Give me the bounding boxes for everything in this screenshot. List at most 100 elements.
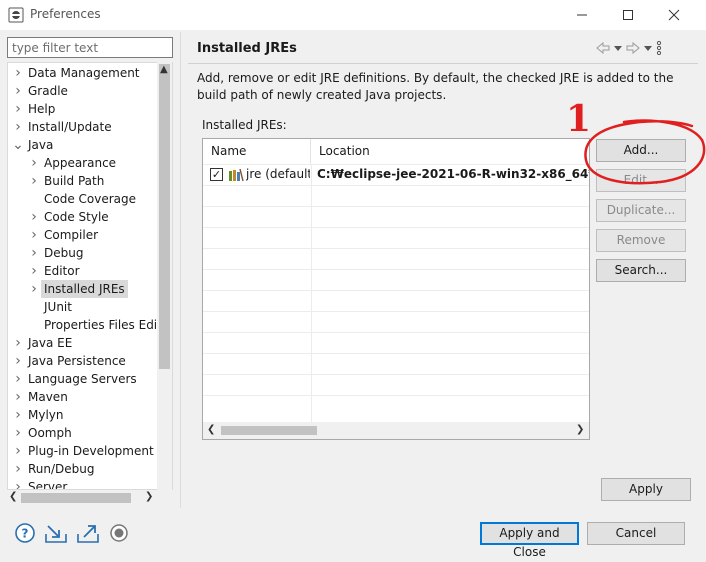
jre-default-checkbox[interactable]: ✓ xyxy=(210,168,223,181)
minimize-button[interactable] xyxy=(562,0,602,30)
tree-item[interactable]: Properties Files Editor xyxy=(8,316,172,334)
chevron-right-icon[interactable]: › xyxy=(11,334,25,352)
close-button[interactable] xyxy=(654,0,694,30)
apply-and-close-button[interactable]: Apply and Close xyxy=(480,522,579,559)
jre-table[interactable]: Name Location ✓ jre (default) C:₩eclipse… xyxy=(202,138,590,440)
row-divider xyxy=(203,185,589,186)
tree-item-label: Debug xyxy=(44,246,84,260)
tree-item[interactable]: › Server xyxy=(8,478,158,489)
table-horizontal-scrollbar[interactable]: ❮ ❯ xyxy=(203,422,589,439)
chevron-right-icon[interactable]: › xyxy=(11,478,25,489)
chevron-down-icon[interactable] xyxy=(644,44,652,52)
tree-item-label: Java Persistence xyxy=(28,354,126,368)
scrollbar-thumb[interactable] xyxy=(21,493,131,503)
tree-item-label: Oomph xyxy=(28,426,72,440)
row-divider xyxy=(203,269,589,270)
tree-item-label: Java xyxy=(28,138,54,152)
tree-item[interactable]: Code Coverage xyxy=(8,190,158,208)
tree-item[interactable]: › Install/Update xyxy=(8,118,158,136)
view-menu-icon[interactable] xyxy=(656,41,662,55)
tree-item[interactable]: › Plug-in Development xyxy=(8,442,158,460)
duplicate-button[interactable]: Duplicate... xyxy=(596,199,686,222)
table-row[interactable]: ✓ jre (default) C:₩eclipse-jee-2021-06-R… xyxy=(203,165,589,185)
scrollbar-thumb[interactable] xyxy=(221,426,317,435)
tree-item[interactable]: › Installed JREs xyxy=(8,280,158,298)
edit-button[interactable]: Edit... xyxy=(596,169,686,192)
column-header-location[interactable]: Location xyxy=(311,139,589,164)
add-button[interactable]: Add... xyxy=(596,139,686,162)
chevron-right-icon[interactable]: › xyxy=(27,280,41,298)
tree-item[interactable]: › Run/Debug xyxy=(8,460,158,478)
tree-item[interactable]: › Code Style xyxy=(8,208,158,226)
chevron-right-icon[interactable]: › xyxy=(27,172,41,190)
chevron-right-icon[interactable]: › xyxy=(11,406,25,424)
row-divider xyxy=(203,395,589,396)
tree-item[interactable]: › Compiler xyxy=(8,226,158,244)
tree-item[interactable]: ⌄ Java xyxy=(8,136,158,154)
tree-item[interactable]: › Oomph xyxy=(8,424,158,442)
title-bar: Preferences xyxy=(0,0,706,30)
maximize-icon xyxy=(623,10,633,20)
tree-item[interactable]: › Java EE xyxy=(8,334,158,352)
tree-item-label: Language Servers xyxy=(28,372,137,386)
chevron-right-icon[interactable]: › xyxy=(27,226,41,244)
tree-item[interactable]: JUnit xyxy=(8,298,158,316)
chevron-down-icon[interactable] xyxy=(614,44,622,52)
chevron-right-icon[interactable]: › xyxy=(11,352,25,370)
chevron-down-icon[interactable]: ⌄ xyxy=(11,136,25,154)
tree-item[interactable]: › Java Persistence xyxy=(8,352,158,370)
chevron-right-icon[interactable]: › xyxy=(11,118,25,136)
tree-horizontal-scrollbar[interactable]: ❮ ❯ xyxy=(7,490,157,505)
chevron-right-icon[interactable]: › xyxy=(11,424,25,442)
chevron-right-icon[interactable]: › xyxy=(11,460,25,478)
search-button[interactable]: Search... xyxy=(596,259,686,282)
tree-item[interactable]: › Help xyxy=(8,100,158,118)
maximize-button[interactable] xyxy=(608,0,648,30)
remove-button[interactable]: Remove xyxy=(596,229,686,252)
chevron-right-icon[interactable]: › xyxy=(27,208,41,226)
chevron-right-icon[interactable]: › xyxy=(11,442,25,460)
tree-item-label: Mylyn xyxy=(28,408,64,422)
scroll-left-icon[interactable]: ❮ xyxy=(9,491,17,502)
filter-input[interactable] xyxy=(7,37,173,58)
preferences-tree[interactable]: › Data Management › Gradle › Help › Install/Upd… xyxy=(7,62,173,490)
scrollbar-thumb[interactable] xyxy=(159,64,170,369)
tree-item-label: Code Style xyxy=(44,210,109,224)
minimize-icon xyxy=(577,14,587,16)
tree-vertical-scrollbar[interactable]: ▲ xyxy=(157,62,172,490)
column-header-name[interactable]: Name xyxy=(203,139,311,164)
record-icon[interactable] xyxy=(108,522,132,544)
row-divider xyxy=(203,227,589,228)
tree-item[interactable]: › Debug xyxy=(8,244,158,262)
scroll-left-icon[interactable]: ❮ xyxy=(207,424,215,435)
row-divider xyxy=(203,206,589,207)
scroll-right-icon[interactable]: ❯ xyxy=(576,424,584,435)
import-icon[interactable] xyxy=(44,522,68,544)
chevron-right-icon[interactable]: › xyxy=(11,64,25,82)
close-icon xyxy=(668,9,680,21)
chevron-right-icon[interactable]: › xyxy=(11,82,25,100)
apply-button[interactable]: Apply xyxy=(601,478,691,501)
export-icon[interactable] xyxy=(76,522,100,544)
tree-item[interactable]: › Gradle xyxy=(8,82,158,100)
chevron-right-icon[interactable]: › xyxy=(27,154,41,172)
chevron-right-icon[interactable]: › xyxy=(27,262,41,280)
tree-item-label: Plug-in Development xyxy=(28,444,154,458)
tree-item[interactable]: › Data Management xyxy=(8,64,158,82)
scroll-up-icon[interactable]: ▲ xyxy=(160,64,168,75)
chevron-right-icon[interactable]: › xyxy=(11,100,25,118)
tree-item[interactable]: › Editor xyxy=(8,262,158,280)
back-arrow-icon[interactable] xyxy=(596,42,610,54)
chevron-right-icon[interactable]: › xyxy=(11,388,25,406)
chevron-right-icon[interactable]: › xyxy=(11,370,25,388)
help-icon[interactable]: ? xyxy=(14,522,38,544)
cancel-button[interactable]: Cancel xyxy=(587,522,685,545)
tree-item[interactable]: › Appearance xyxy=(8,154,158,172)
tree-item[interactable]: › Language Servers xyxy=(8,370,158,388)
forward-arrow-icon[interactable] xyxy=(626,42,640,54)
chevron-right-icon[interactable]: › xyxy=(27,244,41,262)
scroll-right-icon[interactable]: ❯ xyxy=(145,491,153,502)
tree-item[interactable]: › Mylyn xyxy=(8,406,158,424)
tree-item[interactable]: › Build Path xyxy=(8,172,158,190)
tree-item[interactable]: › Maven xyxy=(8,388,158,406)
